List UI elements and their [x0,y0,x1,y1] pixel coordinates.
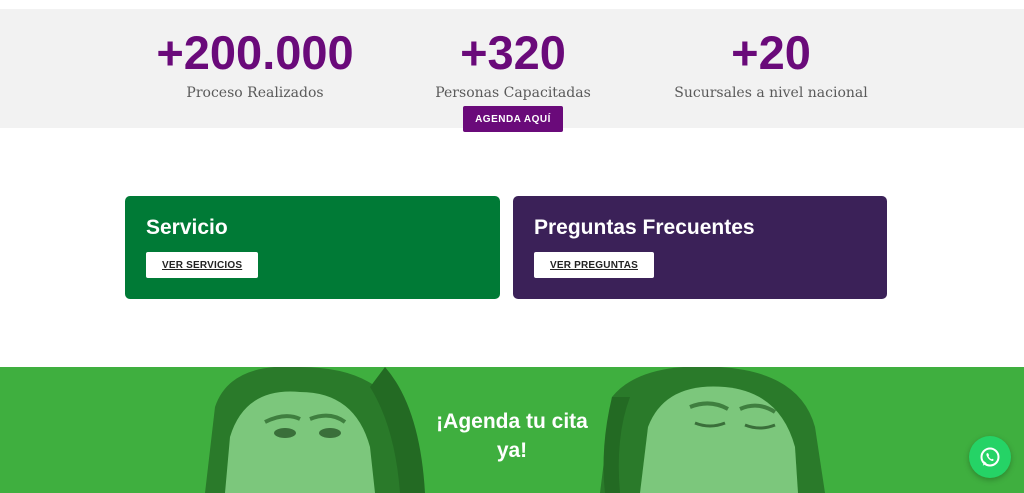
preguntas-card: Preguntas Frecuentes VER PREGUNTAS [513,196,887,299]
servicio-card-title: Servicio [146,216,228,239]
stat-procesos: +200.000 Proceso Realizados [125,26,385,102]
agenda-aqui-button[interactable]: AGENDA AQUÍ [463,106,563,132]
agenda-title-line2: ya! [496,439,528,462]
servicio-card: Servicio VER SERVICIOS [125,196,500,299]
preguntas-card-title: Preguntas Frecuentes [534,216,755,239]
stat-number: +20 [731,26,811,79]
stat-number: +200.000 [156,26,354,79]
stat-number: +320 [460,26,566,79]
agenda-title: ¡Agenda tu cita ya! [412,407,612,465]
stat-label: Proceso Realizados [186,85,324,101]
stat-label: Personas Capacitadas [435,85,591,101]
stat-sucursales: +20 Sucursales a nivel nacional [641,26,901,102]
stat-label: Sucursales a nivel nacional [674,85,868,101]
stat-personas: +320 Personas Capacitadas [383,26,643,102]
whatsapp-icon [980,447,1000,467]
agenda-banner: ¡Agenda tu cita ya! [0,367,1024,493]
ver-preguntas-button[interactable]: VER PREGUNTAS [534,252,654,278]
agenda-title-line1: ¡Agenda tu cita [436,410,588,433]
ver-servicios-button[interactable]: VER SERVICIOS [146,252,259,278]
whatsapp-button[interactable] [969,436,1011,478]
